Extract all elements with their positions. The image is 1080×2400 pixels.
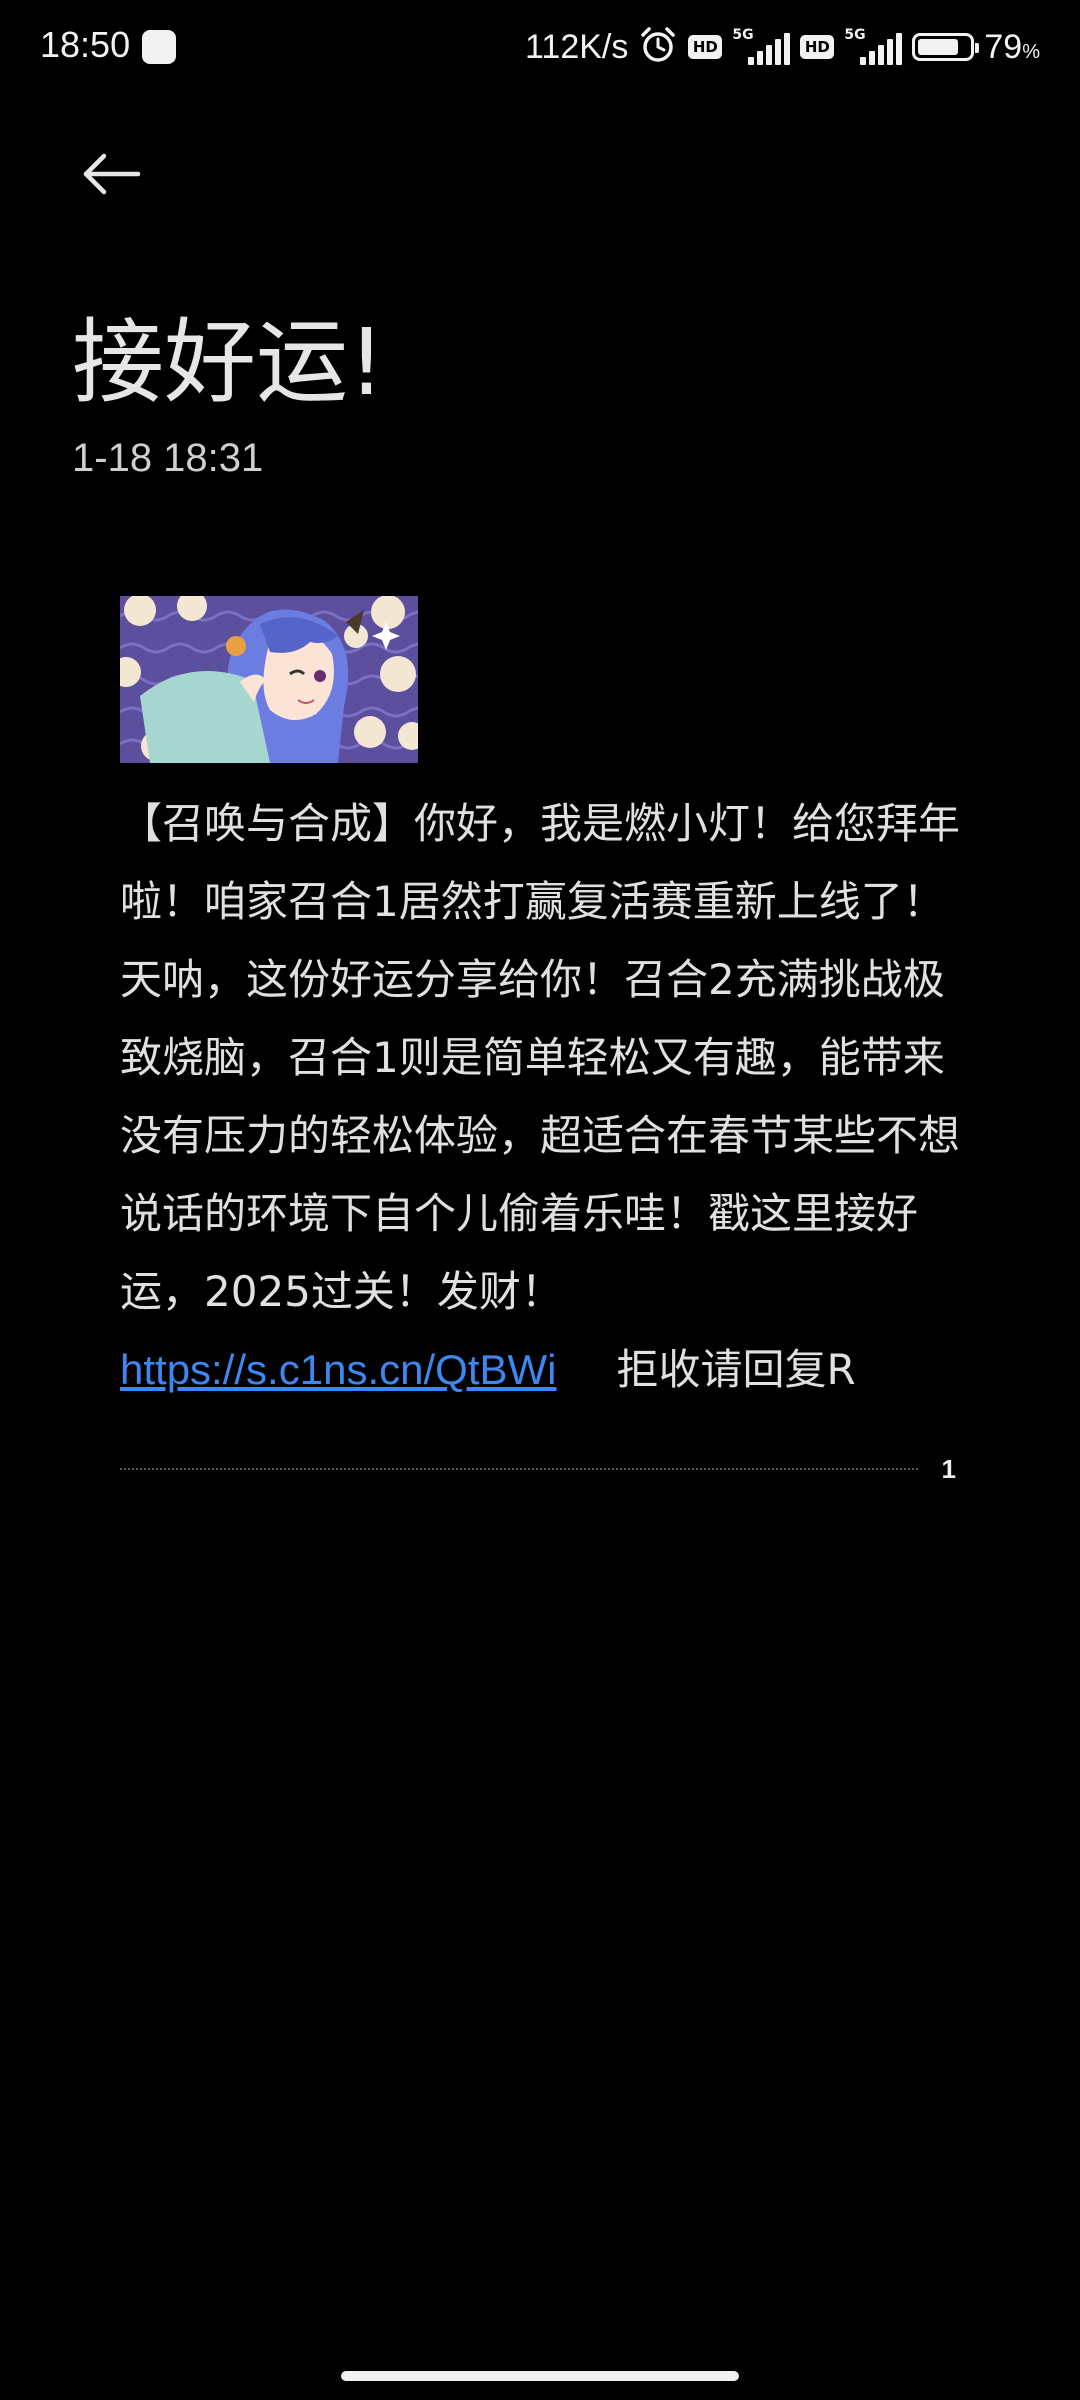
hd-voice-icon-2: HD	[800, 35, 835, 59]
dotted-divider	[120, 1468, 918, 1470]
home-indicator[interactable]	[341, 2371, 739, 2381]
message-divider: 1	[120, 1454, 960, 1486]
network-speed: 112K/s	[525, 27, 629, 66]
notification-app-icon	[142, 30, 176, 64]
arrow-left-icon	[83, 153, 141, 195]
message-content: 【召唤与合成】你好，我是燃小灯！给您拜年啦！咱家召合1居然打赢复活赛重新上线了！…	[120, 596, 960, 1409]
message-link[interactable]: https://s.c1ns.cn/QtBWi	[120, 1346, 556, 1393]
hd-voice-icon: HD	[688, 35, 723, 59]
battery-fill	[918, 39, 959, 55]
alarm-icon	[638, 25, 678, 69]
optout-text: 拒收请回复R	[616, 1345, 856, 1394]
back-button[interactable]	[68, 138, 156, 210]
page-number: 1	[941, 1454, 956, 1484]
message-title: 接好运!	[72, 309, 385, 416]
message-timestamp: 1-18 18:31	[72, 436, 264, 480]
battery-icon	[912, 33, 980, 61]
anime-character-image[interactable]	[120, 596, 418, 763]
message-text: 【召唤与合成】你好，我是燃小灯！给您拜年啦！咱家召合1居然打赢复活赛重新上线了！…	[120, 799, 961, 1316]
signal-5g-icon: 5G	[732, 27, 791, 67]
message-body: 【召唤与合成】你好，我是燃小灯！给您拜年啦！咱家召合1居然打赢复活赛重新上线了！…	[120, 785, 960, 1409]
signal-5g-icon-2: 5G	[844, 27, 903, 67]
battery-percent: 79%	[984, 27, 1040, 66]
status-time: 18:50	[40, 24, 131, 65]
status-indicators: 112K/s HD 5G HD 5G 79%	[525, 22, 1040, 72]
status-bar: 18:50 112K/s HD 5G HD 5G 79%	[0, 0, 1080, 96]
